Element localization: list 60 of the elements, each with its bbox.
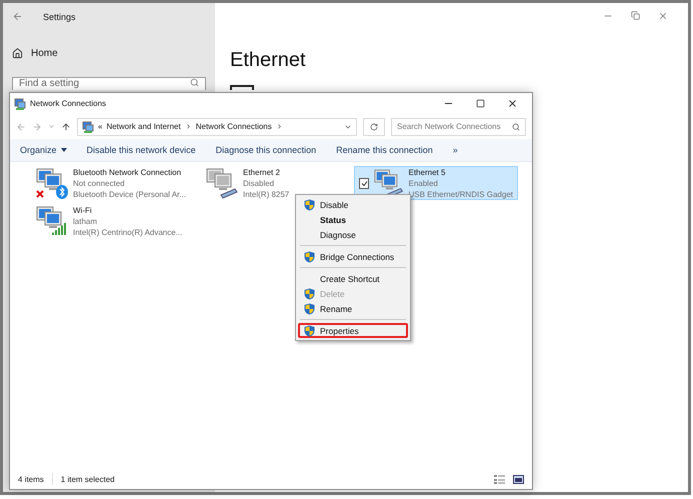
connection-name: Ethernet 2 (243, 166, 281, 178)
window-title: Network Connections (30, 99, 106, 108)
menu-item[interactable]: Status (320, 214, 346, 224)
shield-icon (304, 302, 315, 314)
caret-icon (60, 148, 67, 152)
shield-icon (304, 198, 315, 210)
home-link[interactable]: Home (31, 48, 58, 59)
item-count: 4 items (18, 474, 44, 484)
connection-name: Ethernet 5 (408, 166, 446, 178)
adapter-name: Intel(R) Centrino(R) Advance... (73, 226, 182, 238)
breadcrumb-segment[interactable]: Network and Internet (106, 122, 181, 131)
shield-icon (304, 324, 315, 336)
selection-count: 1 item selected (60, 474, 115, 484)
connection-status: Disabled (243, 178, 276, 188)
breadcrumb-segment[interactable]: Network Connections (196, 122, 272, 131)
connection-item[interactable]: Wi-Fi latham Intel(R) Centrino(R) Advance... (30, 204, 200, 238)
toolbar-command[interactable]: Diagnose this connection (216, 145, 316, 155)
restore-icon[interactable] (631, 11, 640, 20)
maximize-icon[interactable] (476, 99, 485, 108)
menu-item[interactable]: Create Shortcut (320, 274, 380, 284)
adapter-name: Bluetooth Device (Personal Ar... (73, 188, 186, 200)
search-field[interactable]: Find a setting (12, 77, 206, 90)
more-commands[interactable]: » (452, 145, 458, 155)
toolbar-command[interactable]: Organize (20, 145, 67, 155)
menu-item[interactable]: Diagnose (320, 230, 356, 240)
address-bar[interactable]: « Network and Internet Network Connections (77, 118, 357, 136)
connection-name: Wi-Fi (73, 204, 93, 216)
checkbox[interactable] (359, 178, 370, 188)
connection-status: Not connected (73, 178, 126, 188)
shield-icon (304, 250, 315, 262)
search-field[interactable]: Search Network Connections (391, 118, 526, 136)
connection-status: latham (73, 216, 98, 226)
breadcrumb-overflow[interactable]: « (98, 122, 102, 131)
shield-icon (304, 288, 315, 300)
menu-item[interactable]: Rename (320, 304, 352, 314)
menu-item[interactable]: Bridge Connections (320, 252, 394, 262)
adapter-name: Intel(R) 8257 (243, 188, 290, 200)
chevron-right-icon[interactable] (184, 123, 192, 130)
refresh-icon (370, 122, 378, 130)
connection-name: Bluetooth Network Connection (73, 166, 182, 178)
connection-item[interactable]: Bluetooth Network Connection Not connected Bluetooth Device (Personal Ar... (30, 166, 200, 200)
up-icon[interactable] (61, 122, 71, 132)
chevron-right-icon[interactable] (276, 123, 283, 130)
network-icon (14, 98, 26, 110)
back-icon[interactable] (12, 11, 23, 22)
toolbar-command[interactable]: Disable this network device (86, 145, 196, 155)
toolbar-command[interactable]: Rename this connection (336, 145, 433, 155)
details-view-icon[interactable] (494, 474, 505, 484)
search-icon (190, 78, 199, 87)
page-heading: Ethernet (230, 49, 307, 72)
search-icon (512, 122, 520, 130)
menu-item[interactable]: Properties (320, 326, 359, 336)
close-icon[interactable] (507, 98, 518, 109)
home-icon[interactable] (12, 48, 23, 59)
large-icons-view-icon[interactable] (513, 474, 524, 484)
connection-status: Enabled (408, 178, 439, 188)
window-title: Settings (43, 12, 76, 22)
menu-item[interactable]: Disable (320, 200, 348, 210)
network-icon (82, 120, 94, 132)
refresh-button[interactable] (363, 118, 385, 136)
